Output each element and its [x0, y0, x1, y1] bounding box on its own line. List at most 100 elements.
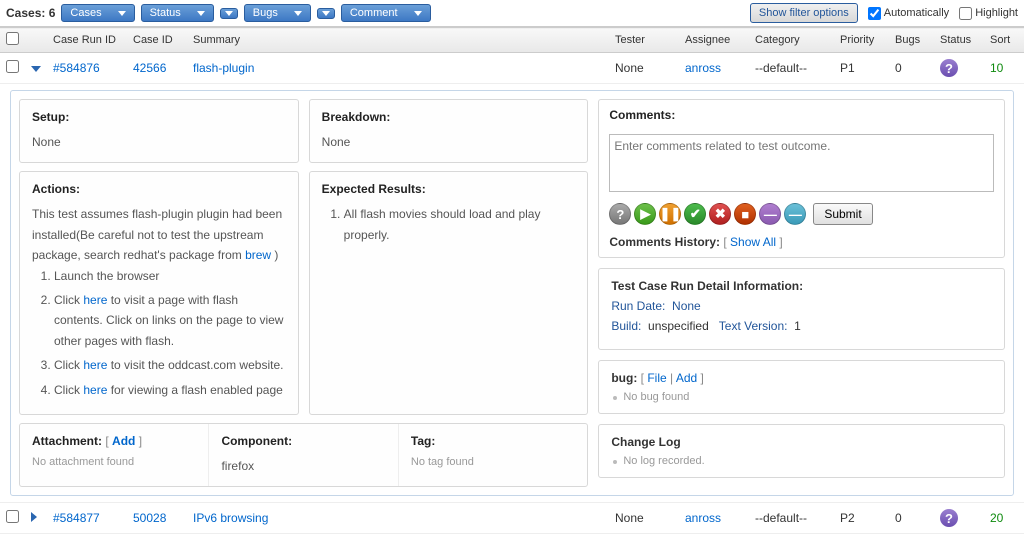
status-waived-icon[interactable]: — [784, 203, 806, 225]
tester-cell: None [609, 53, 679, 84]
step-link[interactable]: here [83, 293, 107, 307]
case-id-link[interactable]: 50028 [133, 511, 166, 525]
build-label: Build: [611, 319, 641, 333]
status-unknown-icon[interactable]: ? [609, 203, 631, 225]
dropdown-cases-label: Cases [70, 7, 101, 19]
highlight-checkbox-label[interactable]: Highlight [959, 7, 1018, 20]
col-category[interactable]: Category [749, 28, 834, 53]
chevron-down-icon [197, 11, 205, 16]
run-info-box: Test Case Run Detail Information: Run Da… [598, 268, 1005, 350]
submit-button[interactable]: Submit [813, 203, 872, 225]
step-2: Click here to visit a page with flash co… [54, 290, 286, 351]
changelog-box: Change Log No log recorded. [598, 424, 1005, 478]
bugs-cell: 0 [889, 53, 934, 84]
attachment-cell: Attachment: [ Add ] No attachment found [20, 424, 208, 486]
col-priority[interactable]: Priority [834, 28, 889, 53]
show-filter-button[interactable]: Show filter options [750, 3, 858, 23]
step-1: Launch the browser [54, 266, 286, 286]
automatically-checkbox-label[interactable]: Automatically [868, 7, 949, 20]
status-blocked-icon[interactable]: — [759, 203, 781, 225]
dropdown-blank-2[interactable] [317, 8, 335, 19]
status-unknown-icon: ? [940, 509, 958, 527]
run-date-row: Run Date: None [611, 299, 992, 313]
assignee-link[interactable]: anross [685, 61, 721, 75]
changelog-title: Change Log [611, 435, 992, 449]
chevron-down-icon [294, 11, 302, 16]
collapse-icon[interactable] [31, 66, 41, 72]
status-fail-icon[interactable]: ✖ [709, 203, 731, 225]
detail-right: Comments: ? ▶ ❚❚ ✔ ✖ ■ — — Submit Commen… [598, 99, 1005, 487]
summary-link[interactable]: flash-plugin [193, 61, 254, 75]
step-link[interactable]: here [83, 358, 107, 372]
case-run-id-link[interactable]: #584876 [53, 61, 100, 75]
expected-box: Expected Results: All flash movies shoul… [309, 171, 589, 415]
status-pass-icon[interactable]: ✔ [684, 203, 706, 225]
priority-cell: P1 [834, 53, 889, 84]
dropdown-comment[interactable]: Comment [341, 4, 431, 22]
component-cell: Component: firefox [208, 424, 397, 486]
col-assignee[interactable]: Assignee [679, 28, 749, 53]
expand-icon[interactable] [31, 512, 37, 522]
status-play-icon[interactable]: ▶ [634, 203, 656, 225]
actions-title: Actions: [32, 182, 286, 196]
show-all-link[interactable]: Show All [730, 235, 776, 249]
table-header: Case Run ID Case ID Summary Tester Assig… [0, 28, 1024, 53]
step-text: Launch the browser [54, 269, 159, 283]
col-case-id[interactable]: Case ID [127, 28, 187, 53]
expected-body: All flash movies should load and play pr… [322, 204, 576, 245]
actions-steps: Launch the browser Click here to visit a… [32, 266, 286, 400]
col-summary[interactable]: Summary [187, 28, 609, 53]
row-checkbox[interactable] [6, 60, 19, 73]
dropdown-bugs-label: Bugs [253, 7, 278, 19]
col-sort[interactable]: Sort [984, 28, 1024, 53]
bug-file-link[interactable]: File [647, 371, 666, 385]
case-run-id-link[interactable]: #584877 [53, 511, 100, 525]
brew-link[interactable]: brew [245, 248, 271, 262]
comments-textarea[interactable] [609, 134, 994, 192]
detail-panel: Setup: None Breakdown: None Actions: Thi… [10, 90, 1014, 496]
category-cell: --default-- [749, 53, 834, 84]
col-status[interactable]: Status [934, 28, 984, 53]
table-row: #584876 42566 flash-plugin None anross -… [0, 53, 1024, 84]
bug-add-link[interactable]: Add [676, 371, 697, 385]
tag-body: No tag found [411, 456, 575, 468]
setup-box: Setup: None [19, 99, 299, 163]
detail-left: Setup: None Breakdown: None Actions: Thi… [19, 99, 588, 487]
assignee-link[interactable]: anross [685, 511, 721, 525]
select-all-checkbox[interactable] [6, 32, 19, 45]
dropdown-blank-1[interactable] [220, 8, 238, 19]
col-tester[interactable]: Tester [609, 28, 679, 53]
run-info-title: Test Case Run Detail Information: [611, 279, 992, 293]
chevron-down-icon [414, 11, 422, 16]
attachment-add-link[interactable]: Add [112, 434, 135, 448]
highlight-text: Highlight [975, 7, 1018, 19]
case-id-link[interactable]: 42566 [133, 61, 166, 75]
automatically-checkbox[interactable] [868, 7, 881, 20]
summary-link[interactable]: IPv6 browsing [193, 511, 268, 525]
step-link[interactable]: here [83, 383, 107, 397]
dropdown-status[interactable]: Status [141, 4, 214, 22]
step-text: to visit the oddcast.com website. [107, 358, 283, 372]
step-4: Click here for viewing a flash enabled p… [54, 380, 286, 400]
actions-body: This test assumes flash-plugin plugin ha… [32, 204, 286, 400]
breakdown-box: Breakdown: None [309, 99, 589, 163]
row-checkbox[interactable] [6, 510, 19, 523]
col-bugs[interactable]: Bugs [889, 28, 934, 53]
status-stop-icon[interactable]: ■ [734, 203, 756, 225]
highlight-checkbox[interactable] [959, 7, 972, 20]
bug-none: No bug found [611, 391, 992, 403]
col-case-run-id[interactable]: Case Run ID [47, 28, 127, 53]
tag-title: Tag: [411, 434, 575, 448]
actions-box: Actions: This test assumes flash-plugin … [19, 171, 299, 415]
expected-title: Expected Results: [322, 182, 576, 196]
dropdown-cases[interactable]: Cases [61, 4, 134, 22]
step-text: Click [54, 383, 83, 397]
status-unknown-icon: ? [940, 59, 958, 77]
cases-count: 6 [49, 6, 56, 20]
dropdown-bugs[interactable]: Bugs [244, 4, 311, 22]
attachment-title-text: Attachment: [32, 434, 102, 448]
actions-intro-post: ) [271, 248, 278, 262]
sort-cell: 10 [984, 53, 1024, 84]
priority-cell: P2 [834, 503, 889, 534]
status-pause-icon[interactable]: ❚❚ [659, 203, 681, 225]
